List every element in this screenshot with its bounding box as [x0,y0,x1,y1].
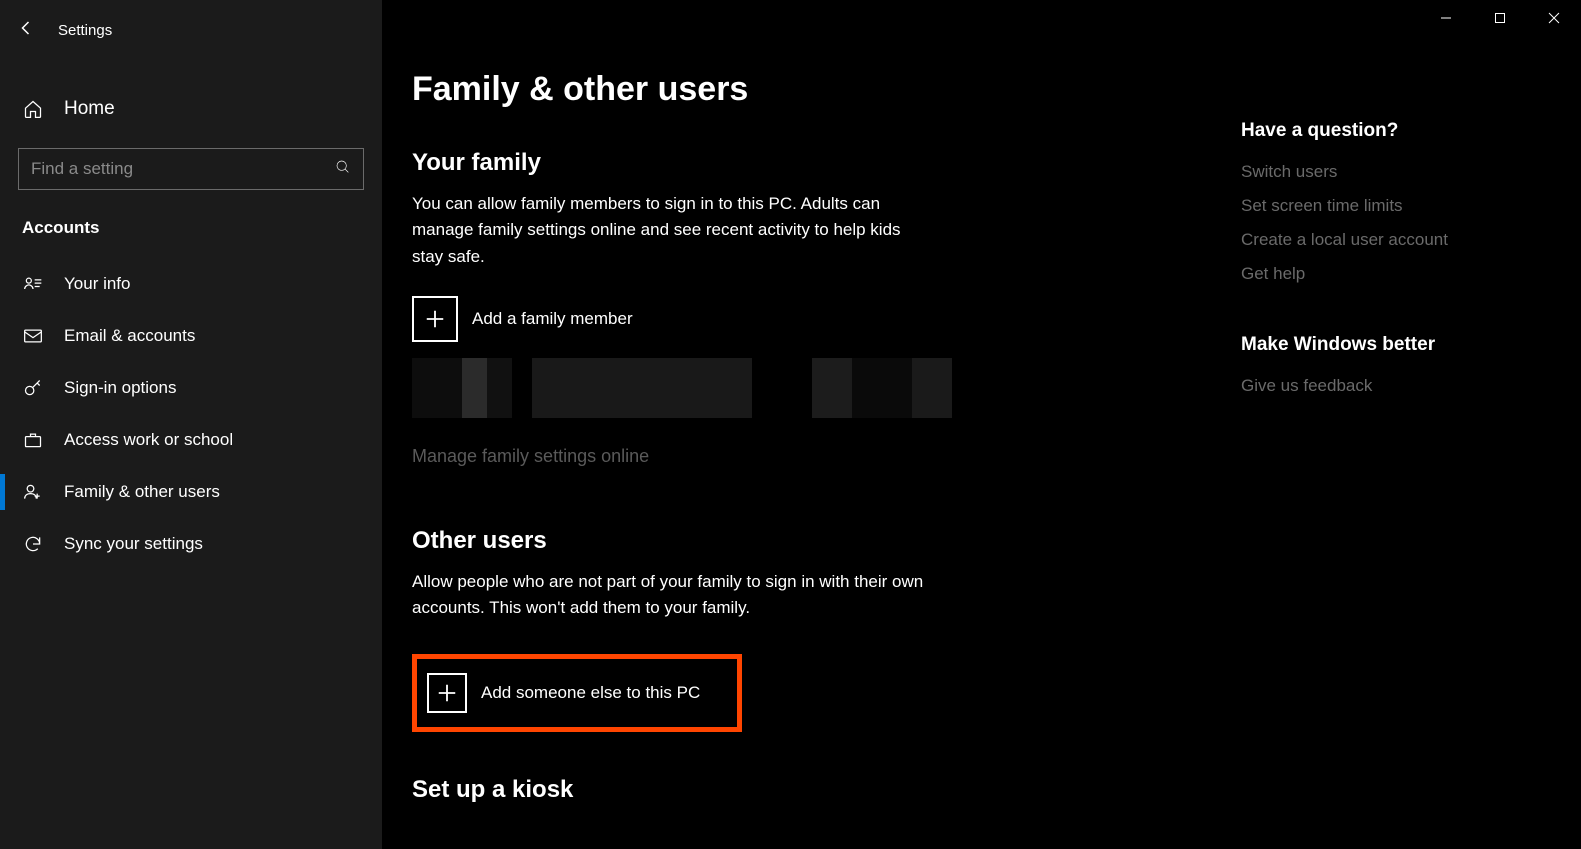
close-button[interactable] [1527,0,1581,36]
search-wrap [18,148,364,190]
better-heading: Make Windows better [1241,334,1521,356]
window-controls [1419,0,1581,36]
person-card-icon [22,273,44,295]
help-link-switch-users[interactable]: Switch users [1241,162,1521,182]
nav-label: Email & accounts [64,326,195,346]
key-icon [22,377,44,399]
mail-icon [22,325,44,347]
help-aside: Have a question? Switch users Set screen… [1241,120,1521,410]
add-someone-else-button[interactable]: Add someone else to this PC [412,654,742,732]
search-icon [335,159,351,180]
search-box[interactable] [18,148,364,190]
family-member-entry[interactable] [412,358,952,418]
people-icon [22,481,44,503]
sidebar: Settings Home Accounts Your info Email &… [0,0,382,849]
category-label: Accounts [0,190,382,258]
titlebar: Settings [0,10,382,54]
plus-icon [427,673,467,713]
nav-family-users[interactable]: Family & other users [0,466,382,518]
nav-your-info[interactable]: Your info [0,258,382,310]
help-link-local-account[interactable]: Create a local user account [1241,230,1521,250]
back-button[interactable] [18,19,36,42]
page-title: Family & other users [412,70,1172,109]
nav-label: Sync your settings [64,534,203,554]
home-nav[interactable]: Home [0,84,382,134]
add-other-label: Add someone else to this PC [481,683,700,703]
other-desc: Allow people who are not part of your fa… [412,569,932,622]
window-title: Settings [58,22,112,39]
add-family-member-button[interactable]: Add a family member [412,296,1172,342]
manage-family-link[interactable]: Manage family settings online [412,446,649,467]
home-label: Home [64,98,115,120]
search-input[interactable] [31,159,335,179]
other-users-section: Other users Allow people who are not par… [412,527,1172,766]
sync-icon [22,533,44,555]
family-desc: You can allow family members to sign in … [412,191,932,270]
help-link-screen-time[interactable]: Set screen time limits [1241,196,1521,216]
nav-label: Access work or school [64,430,233,450]
home-icon [22,98,44,120]
nav-label: Sign-in options [64,378,176,398]
family-heading: Your family [412,149,1172,177]
your-family-section: Your family You can allow family members… [412,149,1172,517]
nav-sync-settings[interactable]: Sync your settings [0,518,382,570]
maximize-button[interactable] [1473,0,1527,36]
nav-work-school[interactable]: Access work or school [0,414,382,466]
add-family-label: Add a family member [472,309,633,329]
nav-signin-options[interactable]: Sign-in options [0,362,382,414]
question-heading: Have a question? [1241,120,1521,142]
briefcase-icon [22,429,44,451]
feedback-link[interactable]: Give us feedback [1241,376,1521,396]
kiosk-heading: Set up a kiosk [412,776,1172,804]
minimize-button[interactable] [1419,0,1473,36]
help-link-get-help[interactable]: Get help [1241,264,1521,284]
main-pane: Family & other users Your family You can… [382,0,1581,849]
nav-email-accounts[interactable]: Email & accounts [0,310,382,362]
plus-icon [412,296,458,342]
nav-label: Your info [64,274,130,294]
nav-label: Family & other users [64,482,220,502]
other-heading: Other users [412,527,1172,555]
